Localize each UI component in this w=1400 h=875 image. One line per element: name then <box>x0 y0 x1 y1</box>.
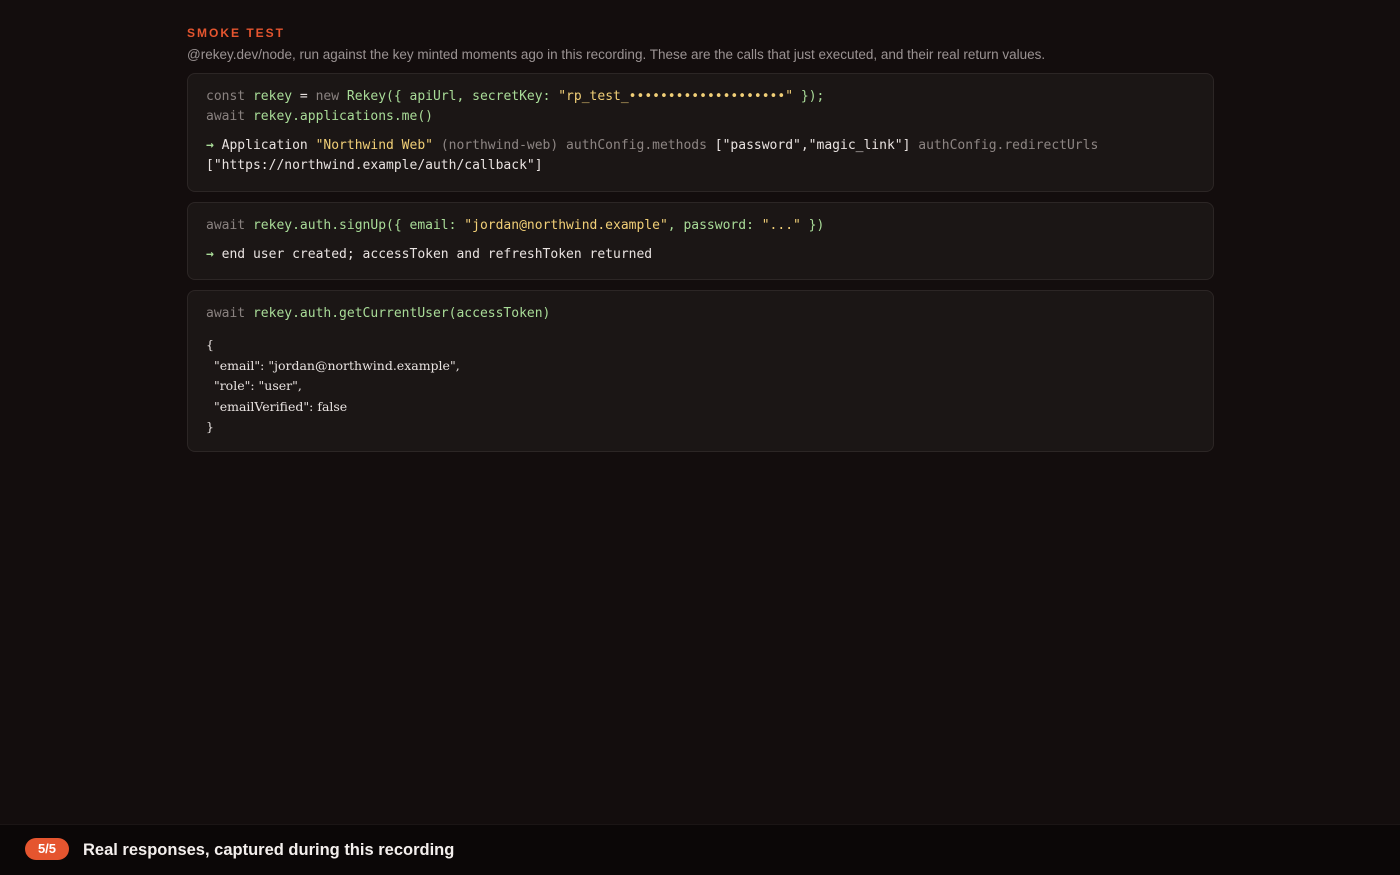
result-line: → end user created; accessToken and refr… <box>206 245 1195 265</box>
operator-equals: = <box>292 89 316 104</box>
code-line: await rekey.auth.signUp({ email: "jordan… <box>206 216 1195 236</box>
json-open-brace: { <box>206 337 214 352</box>
result-line: ["https://northwind.example/auth/callbac… <box>206 156 1195 176</box>
json-email-line: "email": "jordan@northwind.example", <box>206 357 460 373</box>
result-arrow-icon: → <box>206 247 214 262</box>
methods-value: ["password","magic_link"] <box>714 138 911 153</box>
constructor-close: }); <box>793 89 825 104</box>
method-call: rekey.auth.getCurrentUser(accessToken) <box>252 306 551 321</box>
code-line: const rekey = new Rekey({ apiUrl, secret… <box>206 87 1195 107</box>
section-subtitle: @rekey.dev/node, run against the key min… <box>187 47 1046 62</box>
json-email-verified-line: "emailVerified": false <box>206 398 348 414</box>
result-label: Application <box>221 138 308 153</box>
password-string: "..." <box>761 218 801 233</box>
keyword-new: new <box>315 89 340 104</box>
code-card-applications-me: const rekey = new Rekey({ apiUrl, secret… <box>187 73 1214 192</box>
constructor-call: Rekey({ apiUrl, secretKey: <box>346 89 559 104</box>
result-arrow-icon: → <box>206 138 214 153</box>
keyword-await: await <box>206 109 246 124</box>
keyword-await: await <box>206 218 246 233</box>
keyword-const: const <box>206 89 246 104</box>
variable-rekey: rekey <box>252 89 293 104</box>
method-call: rekey.applications.me() <box>252 109 433 124</box>
keyword-await: await <box>206 306 246 321</box>
code-card-signup: await rekey.auth.signUp({ email: "jordan… <box>187 202 1214 280</box>
code-card-get-current-user: await rekey.auth.getCurrentUser(accessTo… <box>187 290 1214 452</box>
code-line: await rekey.applications.me() <box>206 107 1195 127</box>
application-name: "Northwind Web" <box>315 138 433 153</box>
caption-text: Real responses, captured during this rec… <box>83 841 455 859</box>
smoke-test-section: SMOKE TEST @rekey.dev/node, run against … <box>187 25 1214 452</box>
application-slug: (northwind-web) <box>440 138 559 153</box>
argument-separator: , password: <box>667 218 762 233</box>
redirect-urls-key: authConfig.redirectUrls <box>918 138 1099 153</box>
section-eyebrow: SMOKE TEST <box>187 26 286 40</box>
redirect-urls-value: ["https://northwind.example/auth/callbac… <box>206 158 543 173</box>
call-close: }) <box>800 218 825 233</box>
secret-key-string: "rp_test_••••••••••••••••••••" <box>558 89 794 104</box>
json-response: { "email": "jordan@northwind.example", "… <box>206 335 1195 438</box>
step-badge: 5/5 <box>25 838 69 860</box>
result-text: end user created; accessToken and refres… <box>221 247 653 262</box>
result-line: → Application "Northwind Web" (northwind… <box>206 136 1195 156</box>
methods-key: authConfig.methods <box>566 138 707 153</box>
json-close-brace: } <box>206 419 214 434</box>
json-role-line: "role": "user", <box>206 378 302 393</box>
method-call: rekey.auth.signUp({ email: <box>252 218 465 233</box>
page: SMOKE TEST @rekey.dev/node, run against … <box>0 0 1400 875</box>
caption-bar: 5/5 Real responses, captured during this… <box>0 824 1400 875</box>
email-string: "jordan@northwind.example" <box>464 218 668 233</box>
code-line: await rekey.auth.getCurrentUser(accessTo… <box>206 304 1195 324</box>
